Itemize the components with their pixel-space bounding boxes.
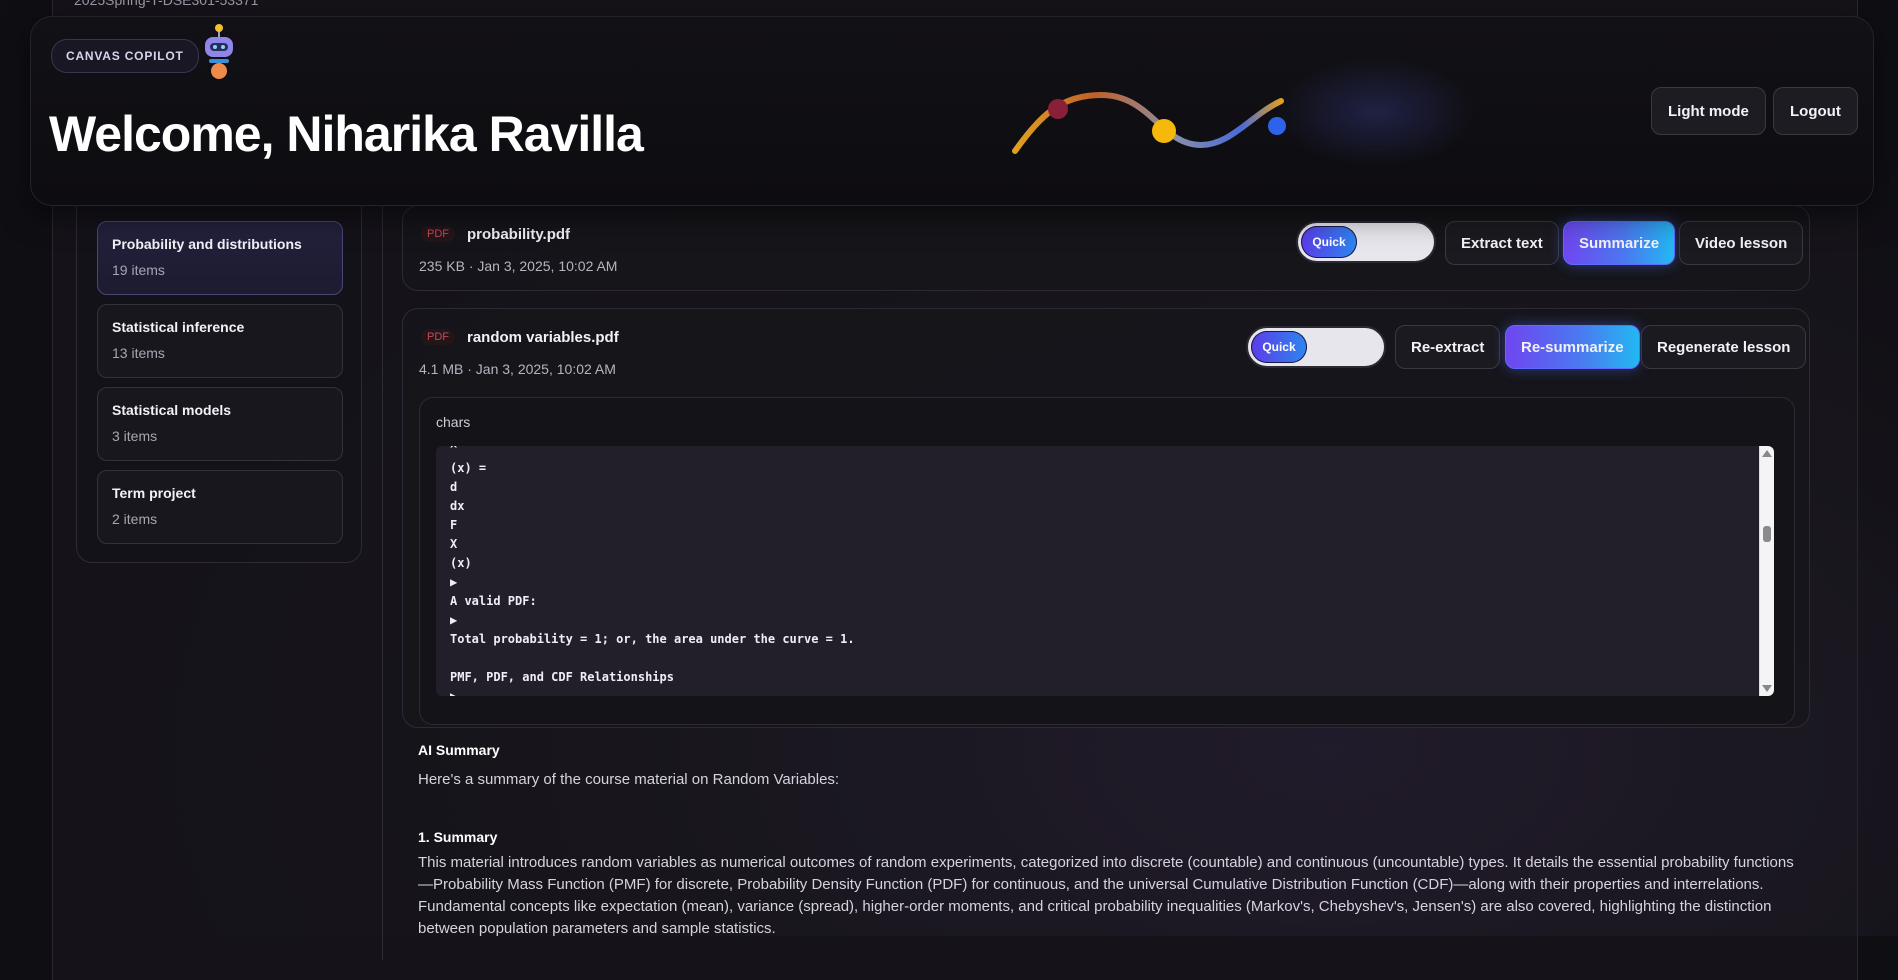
file-name[interactable]: random variables.pdf	[467, 329, 619, 346]
quick-mode-toggle[interactable]: Quick	[1296, 221, 1436, 263]
module-statistical-inference[interactable]: Statistical inference 13 items	[97, 304, 343, 378]
file-name[interactable]: probability.pdf	[467, 226, 570, 243]
extracted-text: ^ (x) = d dx F X (x) ▶ A valid PDF: ▶ To…	[450, 446, 855, 696]
file-meta: 4.1 MB · Jan 3, 2025, 10:02 AM	[419, 361, 616, 377]
module-count: 13 items	[112, 345, 165, 361]
module-term-project[interactable]: Term project 2 items	[97, 470, 343, 544]
ai-summary-intro: Here's a summary of the course material …	[418, 771, 840, 788]
module-count: 19 items	[112, 262, 165, 278]
toggle-knob: Quick	[1301, 226, 1357, 258]
module-count: 3 items	[112, 428, 158, 444]
file-card-random-variables: PDF random variables.pdf 4.1 MB · Jan 3,…	[402, 308, 1810, 728]
extract-text-button[interactable]: Extract text	[1445, 221, 1559, 265]
summarize-button[interactable]: Summarize	[1563, 221, 1676, 265]
module-count: 2 items	[112, 511, 158, 527]
scroll-up-arrow-icon[interactable]	[1762, 450, 1772, 457]
module-probability-and-distributions[interactable]: Probability and distributions 19 items	[97, 221, 343, 295]
toggle-knob: Quick	[1251, 331, 1307, 363]
ai-summary-heading: AI Summary	[418, 742, 500, 758]
extracted-text-panel: chars ^ (x) = d dx F X (x) ▶ A valid PDF…	[419, 397, 1795, 725]
logout-button[interactable]: Logout	[1773, 87, 1858, 135]
brand-badge: CANVAS COPILOT	[51, 39, 199, 73]
quick-mode-toggle[interactable]: Quick	[1246, 326, 1386, 368]
chars-label: chars	[436, 414, 471, 430]
module-statistical-models[interactable]: Statistical models 3 items	[97, 387, 343, 461]
app-header: CANVAS COPILOT Welcome, Niharika Ravilla…	[30, 16, 1874, 206]
re-extract-button[interactable]: Re-extract	[1395, 325, 1501, 369]
summary-paragraph: This material introduces random variable…	[418, 854, 1794, 937]
course-code: 2025Spring-T-DSE301-53371	[74, 0, 259, 8]
module-title: Statistical inference	[112, 319, 245, 335]
module-title: Probability and distributions	[112, 236, 302, 252]
robot-icon	[205, 24, 233, 79]
pdf-badge: PDF	[421, 329, 455, 345]
scroll-down-arrow-icon[interactable]	[1762, 685, 1772, 692]
module-title: Term project	[112, 485, 196, 501]
re-summarize-button[interactable]: Re-summarize	[1505, 325, 1640, 369]
text-scrollbar[interactable]	[1759, 446, 1774, 696]
module-title: Statistical models	[112, 402, 232, 418]
wave-decoration	[1012, 91, 1286, 154]
regenerate-lesson-button[interactable]: Regenerate lesson	[1641, 325, 1807, 369]
light-mode-button[interactable]: Light mode	[1651, 87, 1766, 135]
extracted-text-area[interactable]: ^ (x) = d dx F X (x) ▶ A valid PDF: ▶ To…	[436, 446, 1774, 696]
file-card-probability: PDF probability.pdf 235 KB · Jan 3, 2025…	[402, 205, 1810, 291]
summary-section-title: 1. Summary	[418, 829, 498, 845]
video-lesson-button[interactable]: Video lesson	[1679, 221, 1804, 265]
welcome-heading: Welcome, Niharika Ravilla	[49, 106, 644, 162]
file-meta: 235 KB · Jan 3, 2025, 10:02 AM	[419, 258, 618, 274]
scroll-thumb[interactable]	[1763, 526, 1771, 542]
modules-sidebar: Probability and distributions 19 items S…	[76, 160, 362, 563]
pdf-badge: PDF	[421, 226, 455, 242]
